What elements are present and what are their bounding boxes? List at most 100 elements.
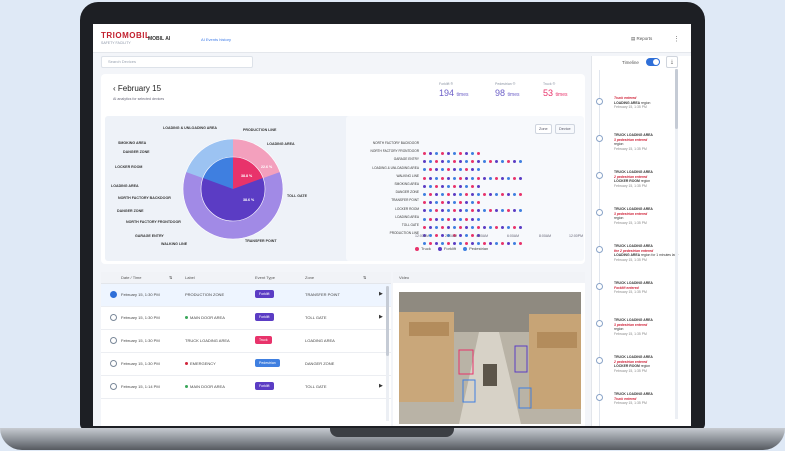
dotplot-row-label: LOADING AREA [395,214,419,219]
col-header-zone[interactable]: Zone [305,275,314,280]
dotplot-point[interactable] [507,176,510,180]
dotplot-point[interactable] [489,193,492,196]
row-radio[interactable] [110,337,117,344]
table-row[interactable]: February 15, 1:30 PM TRUCK LOADING AREA Tr… [101,330,391,353]
feed-item-head: TRUCK LOADING AREA [614,392,653,396]
dotplot-row-label: TOLL GATE [401,223,419,227]
camera-icon[interactable]: ▶ [379,383,383,389]
dotplot-point[interactable] [483,193,486,196]
dotplot-point[interactable] [501,193,504,196]
filter-icon[interactable]: ⇅ [363,275,366,280]
cell-label: EMERGENCY [185,361,216,366]
cell-zone: TOLL GATE [305,315,327,320]
camera-icon[interactable]: ▶ [379,314,383,320]
col-header-datetime[interactable]: Date / Time [121,275,141,280]
video-title: Video [399,275,410,280]
row-radio[interactable] [110,314,117,321]
row-radio[interactable] [110,383,117,390]
dotplot-point[interactable] [507,225,510,229]
col-header-eventtype[interactable]: Event Type [255,275,275,280]
feed-item[interactable]: TRUCK LOADING AREA the 2 pedestrian enter… [614,244,679,262]
dotplot-point[interactable] [513,225,516,229]
timeline-node [596,246,603,253]
dotplot-point[interactable] [513,193,516,196]
feed-item-suffix: region [641,100,651,105]
dotplot-point[interactable] [495,176,498,180]
dotplot-point[interactable] [483,176,486,180]
pie-center-right: 22.6 % [261,165,273,169]
feed-scroll-thumb[interactable] [675,69,678,129]
feed-item[interactable]: TRUCK LOADING AREA 3 pedestrian entered re… [614,133,653,151]
dotplot-point[interactable] [501,176,504,180]
feed-item[interactable]: TRUCK LOADING AREA 2 pedestrian entered LO… [614,355,653,373]
dotplot-point[interactable] [489,225,492,229]
table-header: Date / Time ⇅ Label Event Type Zone ⇅ [101,272,391,284]
cell-zone: TOLL GATE [305,384,327,389]
sort-icon[interactable]: ⇅ [169,275,172,280]
dotplot-point[interactable] [501,225,504,229]
dotplot-point[interactable] [495,225,498,229]
pie-label: PRODUCTION LINE [243,128,277,132]
cell-label: PRODUCTION ZONE [185,292,224,297]
cell-datetime: February 15, 1:30 PM [121,361,160,366]
events-table: Date / Time ⇅ Label Event Type Zone ⇅ Fe… [101,272,391,426]
feed-item-detail: Truck entered [614,396,637,401]
stat-unit: times [555,92,568,98]
pie-label: TRANSFER POINT [245,239,277,243]
timeline-toggle[interactable] [646,58,660,66]
timeline-node [596,172,603,179]
feed-scrollbar[interactable] [675,69,678,419]
dotplot-point[interactable] [519,193,522,196]
pie-label: GARAGE ENTRY [135,234,164,238]
feed-item-head: TRUCK LOADING AREA [614,133,653,137]
cell-label: MAIN DOOR AREA [185,384,225,389]
timeline-label: Timeline [622,60,639,65]
table-row[interactable]: February 15, 1:14 PM MAIN DOOR AREA Forkli… [101,376,391,399]
feed-item[interactable]: TRUCK LOADING AREA 2 pedestrian entered LO… [614,170,653,188]
col-header-label[interactable]: Label [185,275,195,280]
feed-item-time: February 15, 1:35 PM [614,401,647,406]
dotplot-point[interactable] [513,176,516,180]
feed-item[interactable]: TRUCK LOADING AREA Truck entered February … [614,392,653,406]
dotplot-row [423,216,525,229]
dotplot-row [423,208,483,221]
feed-item[interactable]: TRUCK LOADING AREA 3 pedestrian entered re… [614,318,653,336]
stat-label: Forklift ® [439,82,454,86]
feed-item[interactable]: TRUCK LOADING AREA Forklift entered Februa… [614,281,653,295]
download-icon[interactable]: ⤓ [666,56,678,68]
table-row[interactable]: February 15, 1:30 PM EMERGENCY Pedestrian D… [101,353,391,376]
dotplot-point[interactable] [519,225,522,229]
row-radio[interactable] [110,360,117,367]
feed-item-detail: 2 pedestrian entered [614,359,648,364]
x-tick: 12:00AM [415,234,430,238]
dotplot-point[interactable] [495,193,498,196]
segment-zone[interactable]: Zone [535,124,552,134]
feed-item-time: February 15, 1:35 PM [614,257,647,262]
segment-device[interactable]: Device [555,124,575,134]
cell-label-text: MAIN DOOR AREA [190,315,225,320]
table-row[interactable]: February 15, 1:30 PM PRODUCTION ZONE Forkl… [101,284,391,307]
table-scrollbar[interactable] [386,286,389,421]
row-radio[interactable] [110,291,117,298]
warehouse-video-frame[interactable] [399,292,581,424]
cell-label: TRUCK LOADING AREA [185,338,230,343]
dotplot-point[interactable] [489,176,492,180]
legend-pedestrian: Pedestrian [469,246,489,251]
camera-icon[interactable]: ▶ [379,291,383,297]
feed-item[interactable]: Truck entered LOADING AREA region February… [614,96,650,110]
table-row[interactable]: February 15, 1:30 PM MAIN DOOR AREA Forkli… [101,307,391,330]
pedestrian-legend-dot [463,246,468,251]
feed-item-head: TRUCK LOADING AREA [614,281,653,285]
pie-label: LOADING AREA [267,142,295,146]
dotplot-row [423,191,483,205]
dotplot-row [423,224,483,237]
feed-item[interactable]: TRUCK LOADING AREA 3 pedestrian entered re… [614,207,653,225]
dotplot-point[interactable] [483,225,486,229]
dotplot-point[interactable] [507,193,510,196]
feed-item-time: February 15, 1:35 PM [614,368,647,373]
table-scroll-thumb[interactable] [386,286,389,356]
pie-label: LOADING & UNLOADING AREA [163,126,217,130]
dotplot-legend: Truck Forklift Pedestrian [409,246,488,251]
feed-item-time: February 15, 1:35 PM [614,183,647,188]
dotplot-point[interactable] [519,176,522,180]
